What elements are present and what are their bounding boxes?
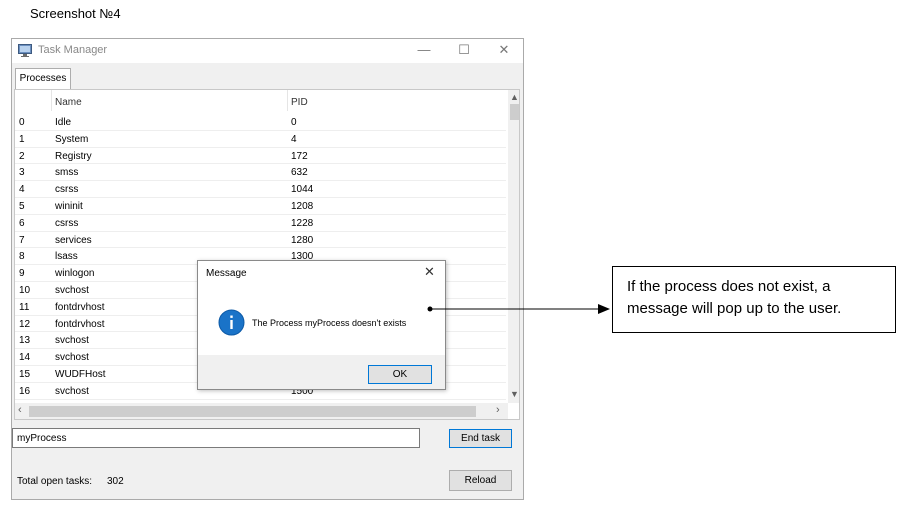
annotation-text: If the process does not exist, a message… xyxy=(627,278,842,317)
annotation-arrow xyxy=(427,304,610,314)
annotation-note: If the process does not exist, a message… xyxy=(612,266,896,333)
